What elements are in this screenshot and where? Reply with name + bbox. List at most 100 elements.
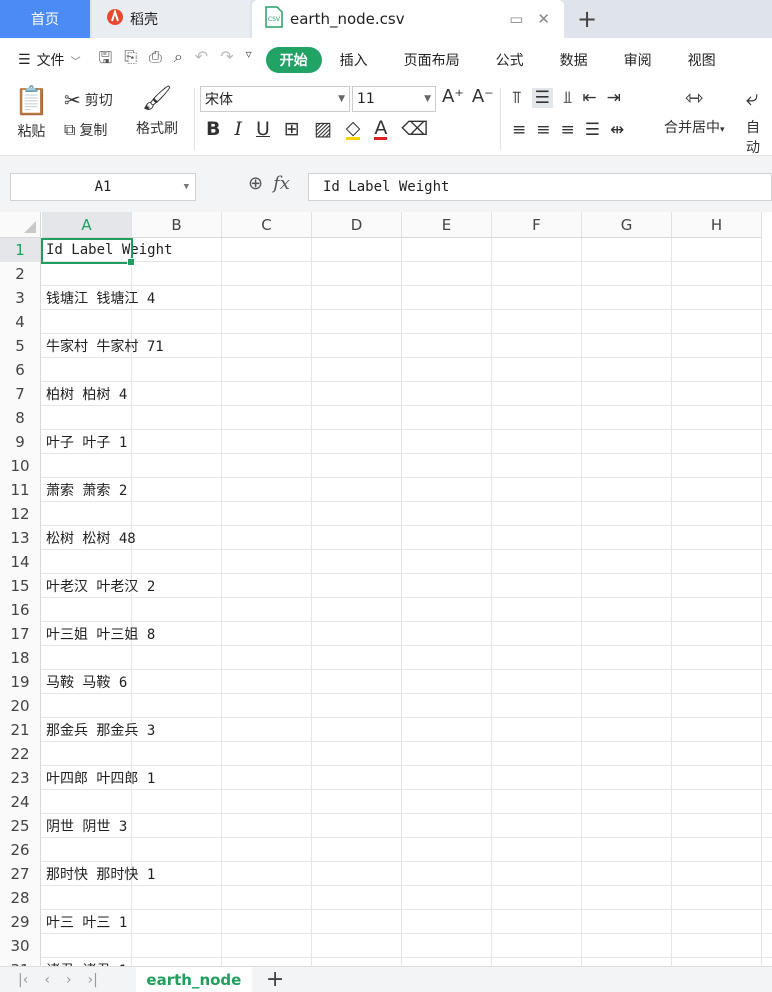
cell-a[interactable]: 叶三姐 叶三姐 8 bbox=[46, 622, 155, 646]
row-header[interactable]: 30 bbox=[0, 934, 41, 958]
row-header[interactable]: 8 bbox=[0, 406, 41, 430]
column-header-g[interactable]: G bbox=[582, 212, 672, 238]
row-header[interactable]: 11 bbox=[0, 478, 41, 502]
add-sheet-button[interactable]: + bbox=[266, 967, 284, 992]
clear-format-icon[interactable]: ⌫ bbox=[401, 118, 428, 140]
row-header[interactable]: 25 bbox=[0, 814, 41, 838]
tab-data[interactable]: 数据 bbox=[542, 47, 606, 73]
row-header[interactable]: 9 bbox=[0, 430, 41, 454]
cell-a[interactable]: 诸君 诸君 1 bbox=[46, 958, 127, 966]
row-header[interactable]: 28 bbox=[0, 886, 41, 910]
row-header[interactable]: 5 bbox=[0, 334, 41, 358]
row-header[interactable]: 27 bbox=[0, 862, 41, 886]
first-sheet-icon[interactable]: |‹ bbox=[18, 972, 28, 988]
underline-icon[interactable]: U bbox=[256, 118, 270, 140]
row-header[interactable]: 31 bbox=[0, 958, 41, 966]
redo-icon[interactable]: ↷ bbox=[220, 47, 233, 74]
justify-icon[interactable]: ☰ bbox=[585, 120, 600, 140]
print-icon[interactable]: ⎙ bbox=[149, 47, 162, 74]
close-tab-icon[interactable]: ✕ bbox=[537, 10, 550, 28]
sheet-tab-earth-node[interactable]: earth_node bbox=[135, 966, 252, 992]
cell-a[interactable]: 钱塘江 钱塘江 4 bbox=[46, 286, 155, 310]
cell-a[interactable]: 萧索 萧索 2 bbox=[46, 478, 127, 502]
tab-daoke[interactable]: 稻壳 bbox=[92, 0, 250, 38]
row-header[interactable]: 3 bbox=[0, 286, 41, 310]
row-header[interactable]: 29 bbox=[0, 910, 41, 934]
row-header[interactable]: 19 bbox=[0, 670, 41, 694]
copy-button[interactable]: ⧉ 复制 bbox=[64, 120, 107, 140]
row-header[interactable]: 6 bbox=[0, 358, 41, 382]
increase-indent-icon[interactable]: ⇥ bbox=[607, 88, 621, 108]
tab-view[interactable]: 视图 bbox=[670, 47, 734, 73]
paste-button[interactable]: 📋 粘贴 bbox=[14, 84, 49, 141]
row-header[interactable]: 26 bbox=[0, 838, 41, 862]
tab-page-layout[interactable]: 页面布局 bbox=[386, 47, 478, 73]
align-left-icon[interactable]: ≡ bbox=[512, 120, 526, 140]
borders-icon[interactable]: ⊞ bbox=[284, 118, 300, 140]
tab-earth-node-csv[interactable]: CSV earth_node.csv ▭ ✕ bbox=[252, 0, 564, 38]
row-header[interactable]: 24 bbox=[0, 790, 41, 814]
cell-a[interactable]: 叶四郎 叶四郎 1 bbox=[46, 766, 155, 790]
column-header-h[interactable]: H bbox=[672, 212, 762, 238]
column-header-f[interactable]: F bbox=[492, 212, 582, 238]
function-icon[interactable]: fx bbox=[273, 173, 290, 194]
align-top-icon[interactable]: ⫪ bbox=[512, 88, 522, 108]
save-icon[interactable]: 🖫 bbox=[99, 47, 113, 74]
undo-icon[interactable]: ↶ bbox=[195, 47, 208, 74]
column-header-d[interactable]: D bbox=[312, 212, 402, 238]
customize-toolbar-icon[interactable]: ▿ bbox=[246, 47, 252, 74]
auto-wrap-button[interactable]: ⤶ 自动 bbox=[746, 86, 772, 157]
zoom-search-icon[interactable]: ⊕ bbox=[248, 173, 263, 194]
distributed-icon[interactable]: ⇹ bbox=[610, 120, 624, 140]
row-header[interactable]: 23 bbox=[0, 766, 41, 790]
formula-input[interactable]: Id Label Weight bbox=[308, 173, 772, 201]
cell-a[interactable]: 牛家村 牛家村 71 bbox=[46, 334, 164, 358]
tab-insert[interactable]: 插入 bbox=[322, 47, 386, 73]
column-header-a[interactable]: A bbox=[42, 212, 132, 238]
cell-a[interactable]: 叶子 叶子 1 bbox=[46, 430, 127, 454]
align-right-icon[interactable]: ≡ bbox=[561, 120, 575, 140]
tab-home[interactable]: 首页 bbox=[0, 0, 90, 38]
row-header[interactable]: 18 bbox=[0, 646, 41, 670]
print-preview-icon[interactable]: ⌕ bbox=[174, 47, 183, 74]
cell-a[interactable]: 马鞍 马鞍 6 bbox=[46, 670, 127, 694]
prev-sheet-icon[interactable]: ‹ bbox=[44, 972, 50, 988]
row-header[interactable]: 16 bbox=[0, 598, 41, 622]
cut-button[interactable]: ✂ 剪切 bbox=[64, 88, 113, 112]
row-header[interactable]: 7 bbox=[0, 382, 41, 406]
name-box[interactable]: A1 ▼ bbox=[10, 173, 196, 201]
row-header[interactable]: 4 bbox=[0, 310, 41, 334]
spreadsheet-grid[interactable]: A B C D E F G H 1 Id Label Weight 2 3 钱塘江 钱塘江 4 4 5 牛家村… bbox=[0, 212, 772, 966]
cell-a[interactable]: 叶老汉 叶老汉 2 bbox=[46, 574, 155, 598]
next-sheet-icon[interactable]: › bbox=[66, 972, 72, 988]
tab-formulas[interactable]: 公式 bbox=[478, 47, 542, 73]
row-header[interactable]: 13 bbox=[0, 526, 41, 550]
export-icon[interactable]: ⎘ bbox=[124, 47, 137, 74]
decrease-font-icon[interactable]: A⁻ bbox=[472, 86, 494, 107]
fill-pattern-icon[interactable]: ▨ bbox=[314, 118, 332, 140]
bold-icon[interactable]: B bbox=[206, 118, 220, 140]
italic-icon[interactable]: I bbox=[234, 118, 242, 140]
row-header[interactable]: 15 bbox=[0, 574, 41, 598]
row-header[interactable]: 10 bbox=[0, 454, 41, 478]
align-center-icon[interactable]: ≡ bbox=[536, 120, 550, 140]
row-header[interactable]: 12 bbox=[0, 502, 41, 526]
row-header[interactable]: 1 bbox=[0, 238, 41, 262]
merge-center-button[interactable]: ⇿ 合并居中▾ bbox=[664, 86, 725, 137]
new-tab-button[interactable]: + bbox=[574, 4, 600, 34]
cell-a[interactable]: 那金兵 那金兵 3 bbox=[46, 718, 155, 742]
select-all-corner[interactable] bbox=[0, 212, 41, 238]
tab-review[interactable]: 审阅 bbox=[606, 47, 670, 73]
window-restore-icon[interactable]: ▭ bbox=[509, 10, 523, 28]
align-bottom-icon[interactable]: ⫫ bbox=[563, 88, 573, 108]
column-header-c[interactable]: C bbox=[222, 212, 312, 238]
row-header[interactable]: 20 bbox=[0, 694, 41, 718]
row-header[interactable]: 21 bbox=[0, 718, 41, 742]
column-header-e[interactable]: E bbox=[402, 212, 492, 238]
cell-a[interactable]: 阴世 阴世 3 bbox=[46, 814, 127, 838]
row-header[interactable]: 17 bbox=[0, 622, 41, 646]
cell-a[interactable]: 叶三 叶三 1 bbox=[46, 910, 127, 934]
decrease-indent-icon[interactable]: ⇤ bbox=[582, 88, 596, 108]
row-header[interactable]: 22 bbox=[0, 742, 41, 766]
row-header[interactable]: 14 bbox=[0, 550, 41, 574]
